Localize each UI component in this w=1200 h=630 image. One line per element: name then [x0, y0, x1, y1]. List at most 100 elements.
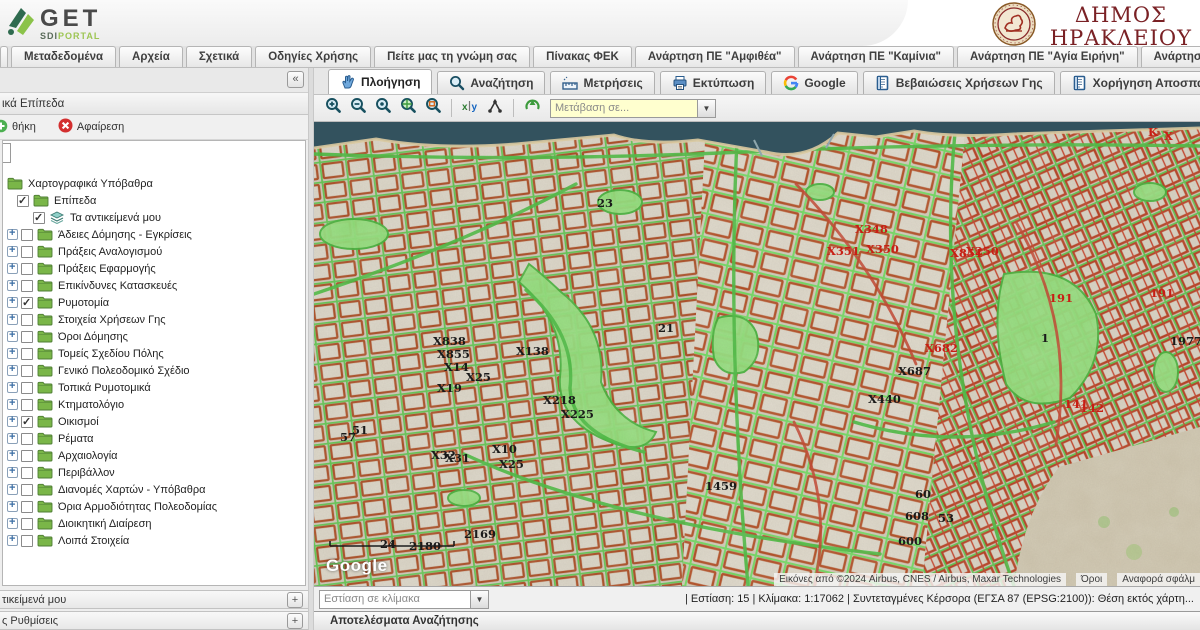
layer-tree-item[interactable]: Στοιχεία Χρήσεων Γης [3, 311, 305, 328]
layer-tree-item[interactable]: Όροι Δόμησης [3, 328, 305, 345]
menu-tab[interactable]: Αρχεία [119, 46, 183, 67]
expand-node-icon[interactable] [7, 499, 18, 512]
goto-input[interactable] [550, 98, 698, 118]
map-tab-2[interactable]: Αναζήτηση [437, 71, 546, 94]
remove-layer-button[interactable]: Αφαίρεση [58, 118, 124, 136]
layer-checkbox[interactable] [21, 364, 33, 377]
layer-checkbox[interactable] [21, 313, 33, 326]
layer-tree-item[interactable]: Επικίνδυνες Κατασκευές [3, 277, 305, 294]
menu-tab[interactable]: Πίνακας ΦΕΚ [533, 46, 632, 67]
layer-tree-item[interactable]: Τα αντικείμενά μου [3, 209, 305, 226]
collapsed-panel-my-objects[interactable]: τικείμενά μου + [0, 590, 308, 609]
zoom-extent-button[interactable] [397, 97, 419, 119]
layer-checkbox[interactable] [21, 534, 33, 547]
layer-checkbox[interactable] [17, 194, 29, 207]
layer-tree-item[interactable]: Επίπεδα [3, 192, 305, 209]
brand-logo[interactable]: GET SDIPORTAL [6, 4, 101, 43]
layer-tree-item[interactable]: Πράξεις Αναλογισμού [3, 243, 305, 260]
vertex-button[interactable] [484, 97, 506, 119]
expand-node-icon[interactable] [7, 414, 18, 427]
goto-dropdown-trigger[interactable]: ▼ [698, 98, 716, 118]
layer-checkbox[interactable] [21, 449, 33, 462]
menu-tab-clipped[interactable] [0, 46, 8, 67]
expand-node-icon[interactable] [7, 363, 18, 376]
expand-node-icon[interactable] [7, 278, 18, 291]
zoom-box-button[interactable] [422, 97, 444, 119]
zoom-center-button[interactable] [372, 97, 394, 119]
expand-node-icon[interactable] [7, 516, 18, 529]
layer-tree-item[interactable]: Κτηματολόγιο [3, 396, 305, 413]
map-tab-6[interactable]: Βεβαιώσεις Χρήσεων Γης [862, 71, 1055, 94]
scale-dropdown-trigger[interactable]: ▼ [471, 589, 489, 609]
expand-node-icon[interactable] [7, 482, 18, 495]
layer-checkbox[interactable] [21, 228, 33, 241]
zoom-out-button[interactable] [347, 97, 369, 119]
sidebar-collapse-button[interactable]: « [287, 71, 304, 88]
expand-node-icon[interactable] [7, 533, 18, 546]
menu-tab[interactable]: Ανάρτηση ΠΕ "Καμίνια" [797, 46, 954, 67]
map-tab-3[interactable]: Μετρήσεις [550, 71, 655, 94]
layer-checkbox[interactable] [21, 466, 33, 479]
menu-tab[interactable]: Πείτε μας τη γνώμη σας [374, 46, 531, 67]
layer-tree-item[interactable]: Όρια Αρμοδιότητας Πολεοδομίας [3, 498, 305, 515]
expand-node-icon[interactable] [7, 244, 18, 257]
expand-node-icon[interactable] [7, 312, 18, 325]
expand-node-icon[interactable] [7, 431, 18, 444]
add-layer-button[interactable]: θήκη [0, 119, 36, 136]
layer-checkbox[interactable] [21, 415, 33, 428]
layer-checkbox[interactable] [21, 483, 33, 496]
expand-node-icon[interactable] [7, 295, 18, 308]
layer-tree-item[interactable]: Τοπικά Ρυμοτομικά [3, 379, 305, 396]
menu-tab[interactable]: Ανάρτηση ΠΕ "Άγιος Ιωάννης Χωστός" [1140, 46, 1200, 67]
expand-panel-button[interactable]: + [287, 592, 303, 608]
layer-checkbox[interactable] [21, 262, 33, 275]
expand-node-icon[interactable] [7, 261, 18, 274]
map-tab-7[interactable]: Χορήγηση Αποσπασμάτων [1059, 71, 1200, 94]
layer-tree-item[interactable]: Λοιπά Στοιχεία [3, 532, 305, 549]
layer-tree-item[interactable]: Γενικό Πολεοδομικό Σχέδιο [3, 362, 305, 379]
layer-tree-item[interactable]: Ρυμοτομία [3, 294, 305, 311]
map-tab-5[interactable]: Google [771, 71, 858, 94]
expand-node-icon[interactable] [7, 227, 18, 240]
search-results-panel-header[interactable]: Αποτελέσματα Αναζήτησης [314, 611, 1200, 630]
layer-tree-item[interactable]: Διανομές Χαρτών - Υπόβαθρα [3, 481, 305, 498]
menu-tab[interactable]: Ανάρτηση ΠΕ "Αμφιθέα" [634, 46, 795, 67]
layer-tree-item[interactable]: Οικισμοί [3, 413, 305, 430]
map-tab-4[interactable]: Εκτύπωση [659, 71, 767, 94]
layer-tree-item[interactable]: Περιβάλλον [3, 464, 305, 481]
menu-tab[interactable]: Ανάρτηση ΠΕ "Αγία Ειρήνη" [956, 46, 1138, 67]
layer-checkbox[interactable] [21, 381, 33, 394]
report-error-link[interactable]: Αναφορά σφάλμ [1117, 573, 1200, 586]
expand-node-icon[interactable] [7, 380, 18, 393]
layer-checkbox[interactable] [21, 347, 33, 360]
menu-tab[interactable]: Μεταδεδομένα [11, 46, 117, 67]
layer-tree-item[interactable]: Χαρτογραφικά Υπόβαθρα [3, 175, 305, 192]
zoom-in-button[interactable] [322, 97, 344, 119]
clipped-input-fragment[interactable] [3, 143, 11, 163]
layer-tree-item[interactable]: Ρέματα [3, 430, 305, 447]
layer-checkbox[interactable] [21, 500, 33, 513]
expand-panel-button[interactable]: + [287, 613, 303, 629]
previous-extent-button[interactable] [521, 97, 543, 119]
layer-checkbox[interactable] [21, 330, 33, 343]
terms-link[interactable]: Όροι [1076, 573, 1108, 586]
layer-checkbox[interactable] [33, 211, 45, 224]
layer-checkbox[interactable] [21, 296, 33, 309]
layer-checkbox[interactable] [21, 398, 33, 411]
zoom-to-scale-input[interactable] [319, 589, 471, 609]
expand-node-icon[interactable] [7, 465, 18, 478]
layer-checkbox[interactable] [21, 432, 33, 445]
menu-tab[interactable]: Σχετικά [185, 46, 253, 67]
layer-tree-item[interactable]: Διοικητική Διαίρεση [3, 515, 305, 532]
layer-tree-item[interactable]: Τομείς Σχεδίου Πόλης [3, 345, 305, 362]
menu-tab[interactable]: Οδηγίες Χρήσης [255, 46, 372, 67]
layer-checkbox[interactable] [21, 517, 33, 530]
expand-node-icon[interactable] [7, 448, 18, 461]
collapsed-panel-settings[interactable]: ς Ρυθμίσεις + [0, 611, 308, 630]
layer-checkbox[interactable] [21, 245, 33, 258]
layer-tree-item[interactable]: Αρχαιολογία [3, 447, 305, 464]
layer-tree-item[interactable]: Πράξεις Εφαρμογής [3, 260, 305, 277]
layer-checkbox[interactable] [21, 279, 33, 292]
expand-node-icon[interactable] [7, 329, 18, 342]
expand-node-icon[interactable] [7, 397, 18, 410]
